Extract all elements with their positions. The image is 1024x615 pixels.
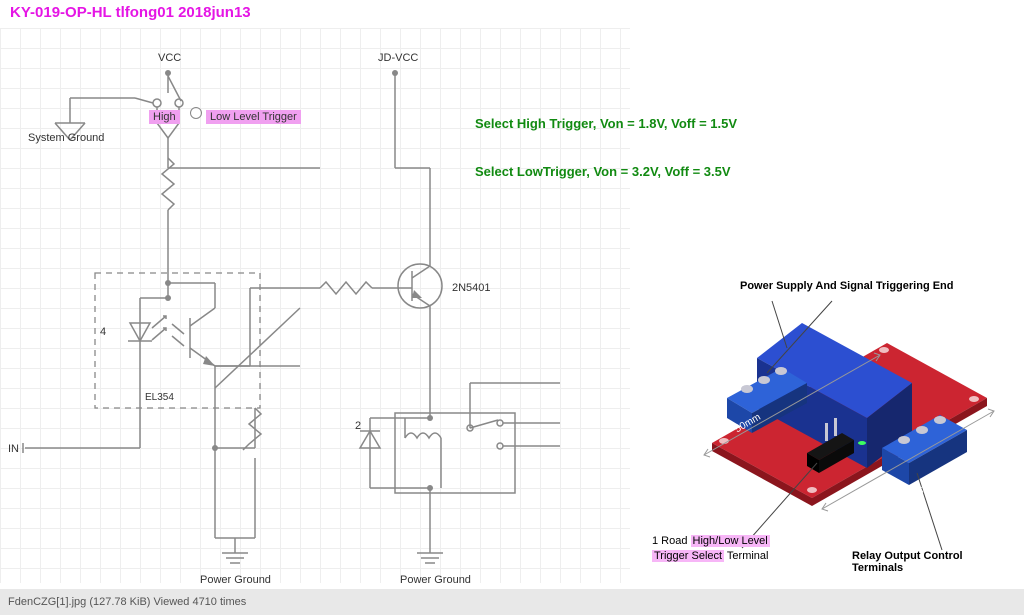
- symbol-ground-2: [417, 538, 443, 563]
- photo-label-left-pink2: Trigger Select: [652, 550, 724, 562]
- photo-label-right: Relay Output Control Terminals: [852, 550, 1002, 574]
- label-in: IN: [8, 443, 19, 455]
- label-power-ground-2: Power Ground: [400, 574, 471, 586]
- schematic-diagram: [0, 28, 630, 583]
- label-low-trigger-pill: Low Level Trigger: [206, 110, 301, 124]
- label-high-pill: High: [149, 110, 180, 124]
- symbol-opto-led: [128, 298, 166, 378]
- note-low-trigger: Select LowTrigger, Von = 3.2V, Voff = 3.…: [475, 164, 731, 179]
- photo-label-top: Power Supply And Signal Triggering End: [740, 280, 954, 292]
- label-pin2: 2: [355, 420, 361, 432]
- symbol-relay: [395, 413, 515, 493]
- symbol-diode: [360, 418, 380, 488]
- note-high-trigger: Select High Trigger, Von = 1.8V, Voff = …: [475, 116, 737, 131]
- photo-label-left-pink1: High/Low Level: [691, 535, 770, 547]
- switch-dot-marker: [190, 107, 202, 119]
- symbol-spdt-switch: [135, 76, 183, 138]
- status-bar: FdenCZG[1].jpg (127.78 KiB) Viewed 4710 …: [0, 589, 1024, 615]
- label-power-ground-1: Power Ground: [200, 574, 271, 586]
- label-2n5401: 2N5401: [452, 282, 491, 294]
- symbol-ground-1: [222, 538, 248, 563]
- label-jd-vcc: JD-VCC: [378, 52, 418, 64]
- photo-label-left-1: 1 Road: [652, 535, 691, 547]
- page-title: KY-019-OP-HL tlfong01 2018jun13: [10, 4, 251, 21]
- label-el354: EL354: [145, 392, 174, 403]
- label-system-ground: System Ground: [28, 132, 104, 144]
- label-vcc: VCC: [158, 52, 181, 64]
- symbol-transistor-2n5401: [398, 264, 442, 308]
- symbol-phototransistor: [172, 308, 215, 366]
- photo-label-left-3: Terminal: [724, 550, 768, 562]
- module-photo: Power Supply And Signal Triggering End 1…: [672, 288, 1002, 568]
- label-pin4: 4: [100, 326, 106, 338]
